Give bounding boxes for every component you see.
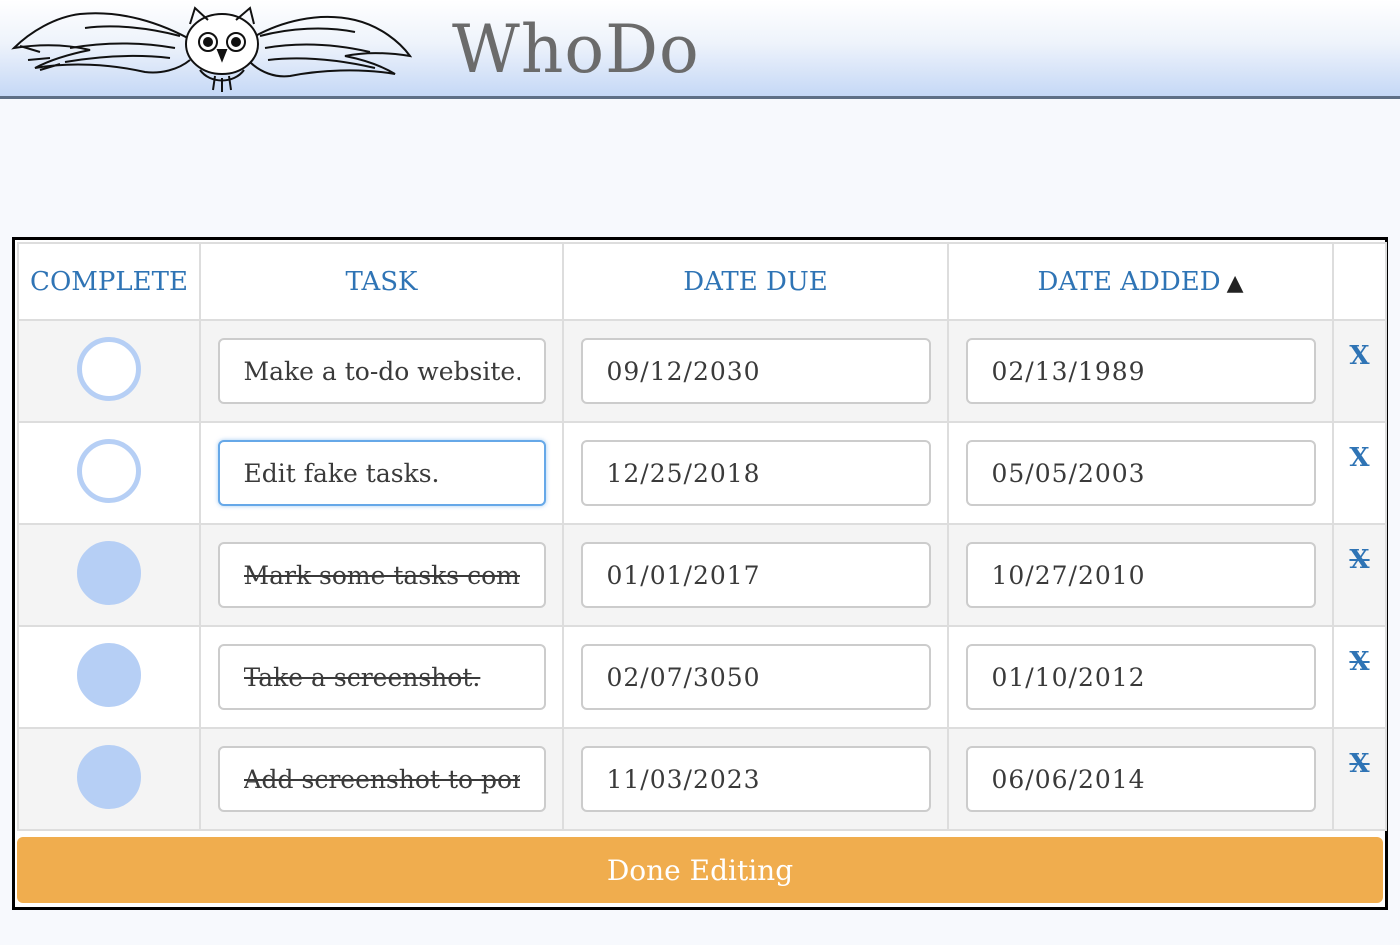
date-due-input[interactable] [580, 746, 931, 812]
complete-cell [17, 523, 201, 627]
app-title: WhoDo [452, 11, 700, 88]
date-due-input[interactable] [580, 440, 931, 506]
complete-cell [17, 625, 201, 729]
date-due-cell [562, 625, 949, 729]
date-due-cell [562, 727, 949, 831]
task-table: COMPLETE TASK DATE DUE DATE ADDED▲ X X X X X [17, 242, 1387, 831]
column-header-date-added[interactable]: DATE ADDED ▲ [947, 242, 1334, 321]
delete-cell: X [1332, 421, 1387, 525]
table-header-row: COMPLETE TASK DATE DUE DATE ADDED ▲ [17, 242, 1387, 321]
delete-cell: X [1332, 319, 1387, 423]
delete-task-button[interactable]: X [1349, 749, 1369, 779]
column-header-complete[interactable]: COMPLETE [17, 242, 201, 321]
sort-ascending-icon[interactable]: ▲ [1227, 271, 1244, 296]
column-header-date-due[interactable]: DATE DUE [562, 242, 949, 321]
app-header: WhoDo [0, 0, 1400, 99]
task-name-input[interactable] [217, 746, 546, 812]
date-due-input[interactable] [580, 644, 931, 710]
task-row: X [17, 319, 1387, 423]
delete-task-button[interactable]: X [1349, 545, 1369, 575]
complete-toggle[interactable] [77, 337, 141, 401]
date-added-input[interactable] [965, 542, 1316, 608]
date-added-cell [947, 421, 1334, 525]
column-header-label: DATE DUE [683, 266, 828, 297]
task-row: X [17, 625, 1387, 729]
task-row: X [17, 421, 1387, 525]
complete-toggle-checked[interactable] [77, 541, 141, 605]
task-name-input[interactable] [217, 644, 546, 710]
task-name-input[interactable] [217, 542, 546, 608]
delete-task-button[interactable]: X [1349, 443, 1369, 473]
complete-cell [17, 319, 201, 423]
task-cell [199, 421, 564, 525]
task-list: X X X X X [17, 319, 1387, 831]
task-cell [199, 319, 564, 423]
task-row: X [17, 727, 1387, 831]
delete-task-button[interactable]: X [1349, 647, 1369, 677]
date-added-cell [947, 319, 1334, 423]
delete-cell: X [1332, 625, 1387, 729]
owl-logo-icon [11, 6, 412, 92]
date-added-input[interactable] [965, 746, 1316, 812]
delete-task-button[interactable]: X [1349, 341, 1369, 371]
complete-toggle-checked[interactable] [77, 643, 141, 707]
date-added-input[interactable] [965, 440, 1316, 506]
task-cell [199, 727, 564, 831]
date-added-cell [947, 523, 1334, 627]
complete-toggle-checked[interactable] [77, 745, 141, 809]
column-header-label: TASK [345, 266, 418, 297]
complete-toggle[interactable] [77, 439, 141, 503]
task-cell [199, 625, 564, 729]
date-added-input[interactable] [965, 644, 1316, 710]
done-editing-button[interactable]: Done Editing [17, 837, 1383, 903]
delete-cell: X [1332, 727, 1387, 831]
task-name-input[interactable] [217, 440, 546, 506]
date-due-input[interactable] [580, 338, 931, 404]
complete-cell [17, 727, 201, 831]
date-due-cell [562, 319, 949, 423]
date-due-input[interactable] [580, 542, 931, 608]
delete-cell: X [1332, 523, 1387, 627]
column-header-label: COMPLETE [30, 266, 188, 297]
date-added-cell [947, 625, 1334, 729]
complete-cell [17, 421, 201, 525]
task-name-input[interactable] [217, 338, 546, 404]
column-header-delete [1332, 242, 1387, 321]
date-due-cell [562, 421, 949, 525]
date-added-cell [947, 727, 1334, 831]
column-header-task[interactable]: TASK [199, 242, 564, 321]
task-row: X [17, 523, 1387, 627]
task-table-frame: COMPLETE TASK DATE DUE DATE ADDED▲ XXXXX… [12, 237, 1388, 910]
date-due-cell [562, 523, 949, 627]
task-cell [199, 523, 564, 627]
column-header-label: DATE ADDED [1037, 266, 1221, 297]
date-added-input[interactable] [965, 338, 1316, 404]
